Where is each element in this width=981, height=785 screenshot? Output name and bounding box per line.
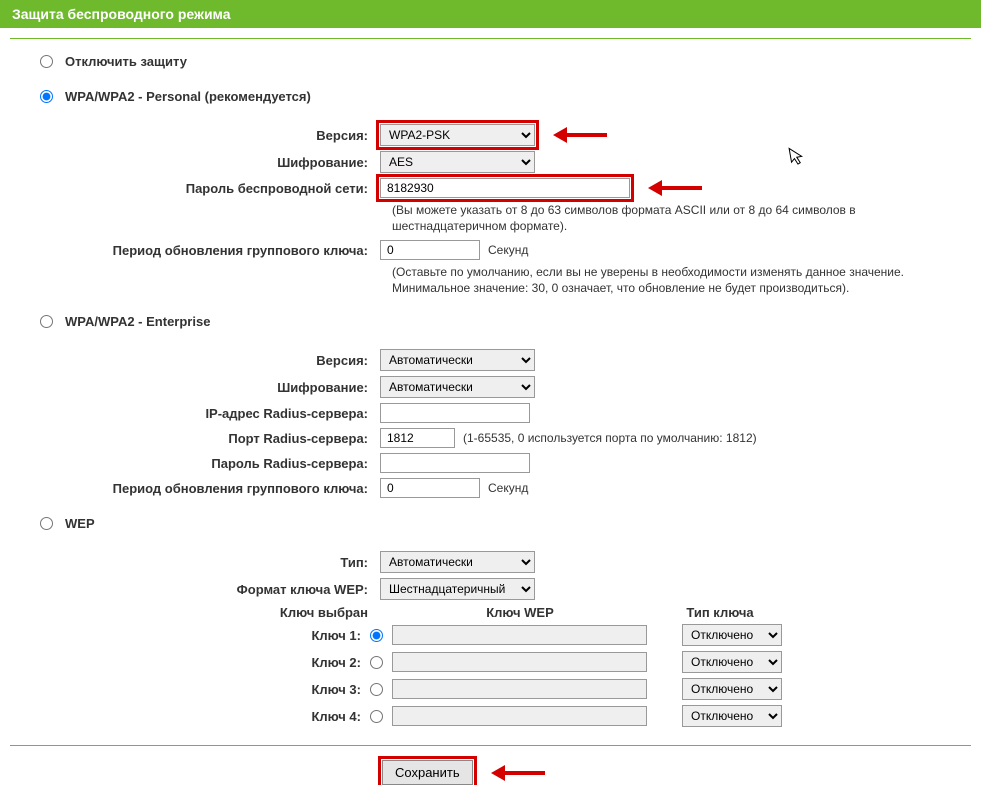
select-personal-cipher[interactable]: AES [380, 151, 535, 173]
label-wep-format: Формат ключа WEP: [40, 582, 380, 597]
radio-key4[interactable] [370, 710, 383, 723]
label-wpa-personal: WPA/WPA2 - Personal (рекомендуется) [65, 89, 311, 104]
label-password: Пароль беспроводной сети: [40, 181, 380, 196]
page-title: Защита беспроводного режима [12, 6, 231, 22]
hint-rekey: (Оставьте по умолчанию, если вы не увере… [392, 265, 971, 296]
label-ent-version: Версия: [40, 353, 380, 368]
unit-seconds-ent: Секунд [488, 481, 528, 495]
select-ent-version[interactable]: Автоматически [380, 349, 535, 371]
select-key1-type[interactable]: Отключено [682, 624, 782, 646]
label-wpa-enterprise: WPA/WPA2 - Enterprise [65, 314, 210, 329]
radio-wpa-enterprise[interactable] [40, 315, 53, 328]
radio-disable-security[interactable] [40, 55, 53, 68]
input-personal-rekey[interactable] [380, 240, 480, 260]
label-rekey: Период обновления группового ключа: [40, 243, 380, 258]
select-wep-format[interactable]: Шестнадцатеричный [380, 578, 535, 600]
label-key3: Ключ 3: [40, 682, 365, 697]
input-key3[interactable] [392, 679, 647, 699]
input-personal-password[interactable] [380, 178, 630, 198]
radio-wpa-personal[interactable] [40, 90, 53, 103]
wep-key-row: Ключ 2: Отключено [40, 651, 971, 673]
label-wep-type: Тип: [40, 555, 380, 570]
label-wep: WEP [65, 516, 95, 531]
input-ent-rekey[interactable] [380, 478, 480, 498]
hint-password: (Вы можете указать от 8 до 63 символов ф… [392, 203, 971, 234]
label-disable-security: Отключить защиту [65, 54, 187, 69]
select-wep-type[interactable]: Автоматически [380, 551, 535, 573]
col-key-type: Тип ключа [660, 605, 780, 620]
select-key3-type[interactable]: Отключено [682, 678, 782, 700]
label-ent-cipher: Шифрование: [40, 380, 380, 395]
radio-wep[interactable] [40, 517, 53, 530]
col-wep-key: Ключ WEP [380, 605, 660, 620]
col-key-selected: Ключ выбран [40, 605, 380, 620]
input-radius-ip[interactable] [380, 403, 530, 423]
wep-key-row: Ключ 4: Отключено [40, 705, 971, 727]
select-key4-type[interactable]: Отключено [682, 705, 782, 727]
divider [10, 745, 971, 746]
select-ent-cipher[interactable]: Автоматически [380, 376, 535, 398]
highlight-arrow-icon [652, 182, 702, 194]
label-radius-ip: IP-адрес Radius-сервера: [40, 406, 380, 421]
radio-key2[interactable] [370, 656, 383, 669]
radio-key3[interactable] [370, 683, 383, 696]
divider [10, 38, 971, 39]
input-key4[interactable] [392, 706, 647, 726]
wep-key-row: Ключ 3: Отключено [40, 678, 971, 700]
label-key1: Ключ 1: [40, 628, 365, 643]
input-key2[interactable] [392, 652, 647, 672]
label-ent-rekey: Период обновления группового ключа: [40, 481, 380, 496]
label-radius-pw: Пароль Radius-сервера: [40, 456, 380, 471]
hint-radius-port: (1-65535, 0 используется порта по умолча… [463, 431, 757, 445]
input-radius-port[interactable] [380, 428, 455, 448]
highlight-arrow-icon [557, 129, 607, 141]
label-version: Версия: [40, 128, 380, 143]
label-key2: Ключ 2: [40, 655, 365, 670]
radio-key1[interactable] [370, 629, 383, 642]
select-key2-type[interactable]: Отключено [682, 651, 782, 673]
save-button[interactable]: Сохранить [382, 760, 473, 785]
input-radius-pw[interactable] [380, 453, 530, 473]
wep-key-row: Ключ 1: Отключено [40, 624, 971, 646]
highlight-arrow-icon [495, 767, 545, 779]
label-radius-port: Порт Radius-сервера: [40, 431, 380, 446]
label-cipher: Шифрование: [40, 155, 380, 170]
page-title-bar: Защита беспроводного режима [0, 0, 981, 28]
select-personal-version[interactable]: WPA2-PSK [380, 124, 535, 146]
label-key4: Ключ 4: [40, 709, 365, 724]
unit-seconds: Секунд [488, 243, 528, 257]
input-key1[interactable] [392, 625, 647, 645]
